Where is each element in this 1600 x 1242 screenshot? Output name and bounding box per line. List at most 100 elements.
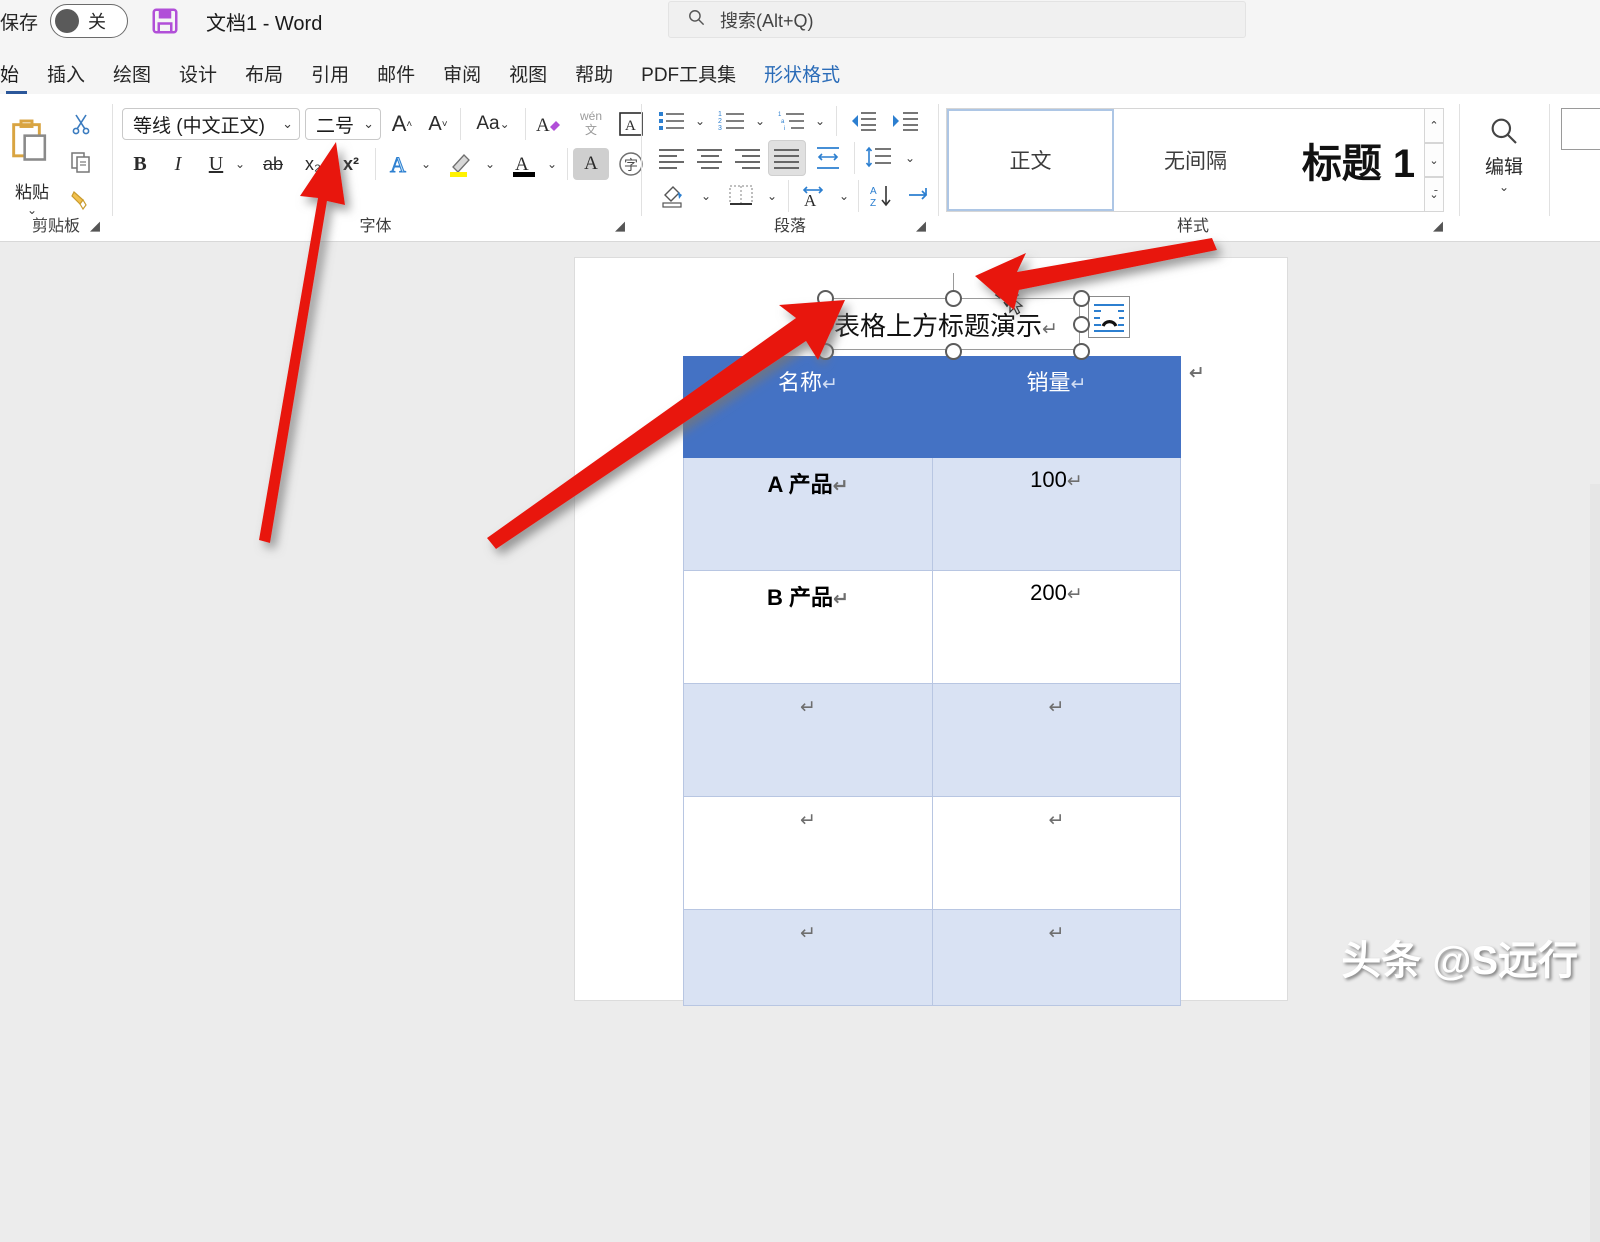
underline-dropdown[interactable]: ⌄ bbox=[229, 148, 251, 180]
tab-layout[interactable]: 布局 bbox=[231, 66, 297, 94]
resize-handle-bottom-left[interactable] bbox=[817, 343, 834, 360]
bullet-list-icon[interactable] bbox=[654, 106, 690, 136]
numbered-list-icon[interactable]: 123 bbox=[714, 106, 750, 136]
style-item-heading-1[interactable]: 标题 1 bbox=[1277, 109, 1440, 211]
document-page[interactable]: 表格上方标题演示↵ 名称↵ 销量↵ ↵ A 产品↵ 100↵ ↵ B 产品↵ 2… bbox=[575, 258, 1287, 1006]
justify-icon[interactable] bbox=[768, 140, 806, 176]
italic-button[interactable]: I bbox=[161, 148, 195, 180]
tab-insert[interactable]: 插入 bbox=[33, 66, 99, 94]
floppy-disk-icon[interactable] bbox=[150, 6, 180, 36]
magnifier-icon[interactable] bbox=[1482, 110, 1526, 152]
style-item-normal[interactable]: 正文 bbox=[947, 109, 1114, 211]
subscript-button[interactable]: x₂ bbox=[295, 148, 331, 180]
underline-button[interactable]: U bbox=[199, 148, 233, 180]
table-row[interactable]: B 产品↵ 200↵ ↵ bbox=[683, 363, 1205, 684]
text-box-shape[interactable]: 表格上方标题演示↵ bbox=[817, 273, 1090, 360]
change-case-icon[interactable]: Aa ⌄ bbox=[465, 108, 521, 140]
autosave-toggle[interactable]: 关 bbox=[50, 4, 129, 38]
table-cell[interactable]: 200↵ bbox=[933, 571, 1181, 684]
multilevel-dropdown[interactable]: ⌄ bbox=[810, 106, 830, 136]
decrease-indent-icon[interactable] bbox=[844, 106, 882, 136]
paste-button[interactable] bbox=[6, 108, 58, 178]
borders-icon[interactable] bbox=[722, 180, 760, 212]
resize-handle-top-right[interactable] bbox=[1073, 290, 1090, 307]
table-header-row[interactable]: 名称↵ 销量↵ ↵ bbox=[683, 356, 1205, 458]
font-name-combo[interactable]: 等线 (中文正文) ⌄ bbox=[122, 108, 300, 140]
text-highlight-icon[interactable] bbox=[443, 148, 481, 180]
table-cell[interactable]: A 产品↵ bbox=[683, 458, 933, 571]
line-spacing-icon[interactable] bbox=[860, 142, 898, 174]
style-item-no-spacing[interactable]: 无间隔 bbox=[1114, 109, 1277, 211]
table-cell[interactable]: ↵ bbox=[683, 684, 933, 797]
table-header-cell-name[interactable]: 名称↵ bbox=[683, 356, 933, 458]
asian-layout-dropdown[interactable]: ⌄ bbox=[834, 180, 854, 212]
resize-handle-bottom-center[interactable] bbox=[945, 343, 962, 360]
distribute-text-icon[interactable] bbox=[810, 142, 846, 174]
search-input[interactable]: 搜索(Alt+Q) bbox=[668, 1, 1246, 38]
tab-view[interactable]: 视图 bbox=[495, 66, 561, 94]
tab-shape-format[interactable]: 形状格式 bbox=[750, 66, 854, 94]
document-canvas[interactable]: 表格上方标题演示↵ 名称↵ 销量↵ ↵ A 产品↵ 100↵ ↵ B 产品↵ 2… bbox=[0, 242, 1600, 1242]
font-color-icon[interactable]: A bbox=[505, 148, 543, 180]
bullets-dropdown[interactable]: ⌄ bbox=[690, 106, 710, 136]
chevron-up-icon[interactable]: ⌃ bbox=[1424, 108, 1444, 143]
resize-handle-top-center[interactable] bbox=[945, 290, 962, 307]
table-cell[interactable]: ↵ bbox=[683, 797, 933, 910]
tab-design[interactable]: 设计 bbox=[165, 66, 231, 94]
table-cell[interactable]: ↵ bbox=[933, 684, 1181, 797]
align-right-icon[interactable] bbox=[730, 142, 766, 174]
phonetic-guide-icon[interactable]: wén 文 bbox=[571, 106, 611, 142]
resize-handle-middle-left[interactable] bbox=[817, 316, 834, 333]
superscript-button[interactable]: x² bbox=[333, 148, 369, 180]
shrink-font-icon[interactable]: A ˅ bbox=[421, 108, 455, 140]
character-shading-icon[interactable]: A bbox=[573, 148, 609, 180]
tab-home[interactable]: 始 bbox=[0, 66, 33, 94]
layout-options-icon[interactable] bbox=[1088, 296, 1130, 338]
shading-dropdown[interactable]: ⌄ bbox=[696, 180, 716, 212]
table-cell[interactable]: B 产品↵ bbox=[683, 571, 933, 684]
document-table[interactable]: 名称↵ 销量↵ ↵ A 产品↵ 100↵ ↵ B 产品↵ 200↵ ↵ ↵ ↵ … bbox=[683, 356, 1205, 1006]
table-row[interactable]: ↵ ↵ ↵ bbox=[683, 363, 1205, 797]
sort-icon[interactable]: A Z bbox=[864, 180, 900, 212]
align-left-icon[interactable] bbox=[654, 142, 690, 174]
text-effects-dropdown[interactable]: ⌄ bbox=[415, 148, 437, 180]
numbering-dropdown[interactable]: ⌄ bbox=[750, 106, 770, 136]
more-styles-icon[interactable]: ⌄̄ bbox=[1424, 177, 1444, 213]
tab-references[interactable]: 引用 bbox=[297, 66, 363, 94]
strikethrough-button[interactable]: ab bbox=[255, 148, 291, 180]
paragraph-dialog-launcher[interactable]: ◢ bbox=[916, 218, 926, 234]
tab-draw[interactable]: 绘图 bbox=[99, 66, 165, 94]
asian-layout-icon[interactable]: A bbox=[794, 180, 832, 212]
align-center-icon[interactable] bbox=[692, 142, 728, 174]
editing-dropdown[interactable]: ⌄ bbox=[1490, 178, 1518, 196]
clear-formatting-icon[interactable]: A bbox=[529, 108, 569, 140]
scissors-icon[interactable] bbox=[64, 108, 98, 140]
table-header-cell-sales[interactable]: 销量↵ bbox=[933, 356, 1181, 458]
shading-icon[interactable] bbox=[656, 180, 694, 212]
borders-dropdown[interactable]: ⌄ bbox=[762, 180, 782, 212]
grow-font-icon[interactable]: A ˄ bbox=[385, 108, 419, 140]
styles-dialog-launcher[interactable]: ◢ bbox=[1433, 218, 1443, 234]
font-color-dropdown[interactable]: ⌄ bbox=[541, 148, 563, 180]
increase-indent-icon[interactable] bbox=[886, 106, 924, 136]
tab-review[interactable]: 审阅 bbox=[429, 66, 495, 94]
table-cell[interactable]: 100↵ bbox=[933, 458, 1181, 571]
partial-button-icon[interactable] bbox=[1561, 108, 1600, 150]
font-dialog-launcher[interactable]: ◢ bbox=[615, 218, 625, 234]
highlight-dropdown[interactable]: ⌄ bbox=[479, 148, 501, 180]
table-cell[interactable]: ↵ bbox=[683, 910, 933, 1006]
table-row[interactable]: A 产品↵ 100↵ ↵ bbox=[683, 363, 1205, 571]
table-cell[interactable]: ↵ bbox=[933, 910, 1181, 1006]
font-size-combo[interactable]: 二号 ⌄ bbox=[305, 108, 381, 140]
tab-pdf-tools[interactable]: PDF工具集 bbox=[627, 66, 750, 94]
resize-handle-bottom-right[interactable] bbox=[1073, 343, 1090, 360]
table-row[interactable]: ↵ ↵ ↵ bbox=[683, 363, 1205, 1006]
clipboard-dialog-launcher[interactable]: ◢ bbox=[90, 218, 100, 234]
copy-icon[interactable] bbox=[64, 146, 98, 178]
text-effects-icon[interactable]: A bbox=[381, 148, 417, 180]
tab-help[interactable]: 帮助 bbox=[561, 66, 627, 94]
table-row[interactable]: ↵ ↵ ↵ bbox=[683, 363, 1205, 910]
line-spacing-dropdown[interactable]: ⌄ bbox=[900, 142, 920, 174]
multilevel-list-icon[interactable]: 1ai bbox=[774, 106, 810, 136]
chevron-down-icon[interactable]: ⌄ bbox=[1424, 142, 1444, 178]
